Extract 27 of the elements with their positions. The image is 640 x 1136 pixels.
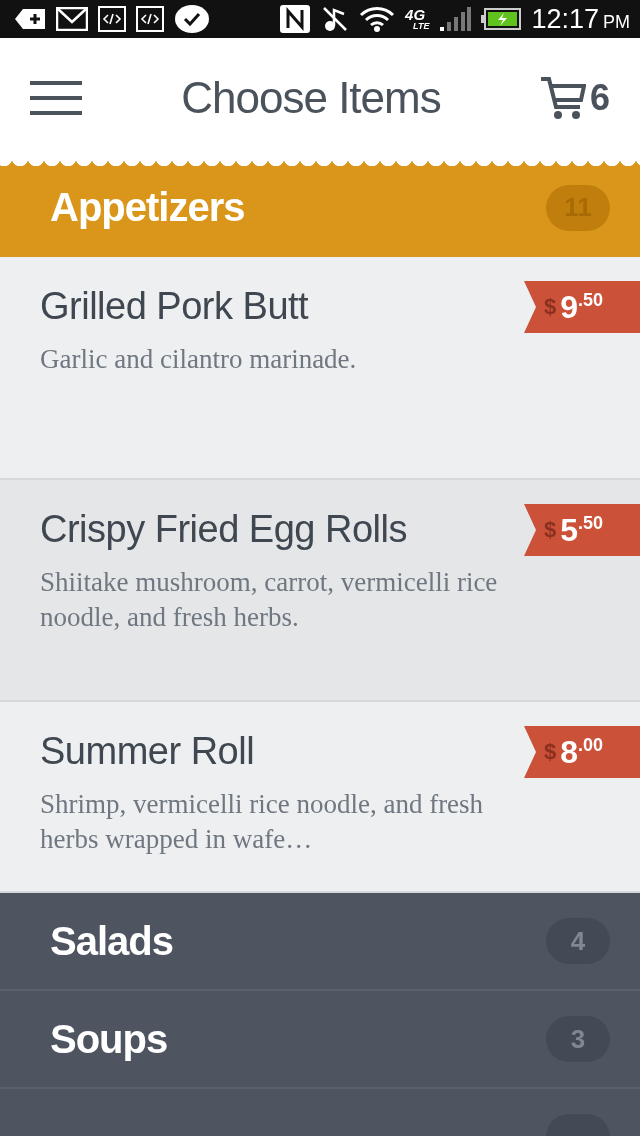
cart-icon [539, 76, 586, 120]
add-notification-icon [14, 8, 46, 30]
item-description: Garlic and cilantro marinade. [40, 343, 358, 376]
menu-icon[interactable] [30, 80, 82, 116]
item-title: Crispy Fried Egg Rolls [40, 508, 408, 551]
network-type: 4G [405, 7, 427, 22]
cart-button[interactable]: 6 [539, 76, 610, 120]
category-title[interactable]: Salads [50, 918, 173, 964]
item-title: Grilled Pork Butt [40, 285, 310, 328]
check-bubble-icon [174, 4, 210, 34]
wifi-icon [359, 5, 396, 33]
network-subtype: LTE [413, 22, 430, 31]
item-description: Shiitake mushroom, carrot, vermicelli rice noodle, and fresh herbs. [40, 566, 499, 634]
count-badge: 4 [546, 918, 610, 964]
clock-period: PM [603, 11, 630, 32]
clock-time: 12:17 [531, 3, 599, 34]
code-icon [136, 6, 164, 32]
count-badge: 3 [546, 1016, 610, 1062]
code-icon [98, 6, 126, 32]
battery-icon [481, 8, 522, 30]
nfc-icon [279, 4, 312, 34]
mail-icon [56, 7, 88, 31]
page-title: Choose Items [180, 73, 442, 123]
item-title: Summer Roll [40, 730, 256, 773]
category-title[interactable]: Soups [50, 1016, 168, 1062]
item-description: Shrimp, vermicelli rice noodle, and fresh herbs wrapped in wafe… [40, 788, 485, 856]
signal-icon [439, 6, 472, 32]
